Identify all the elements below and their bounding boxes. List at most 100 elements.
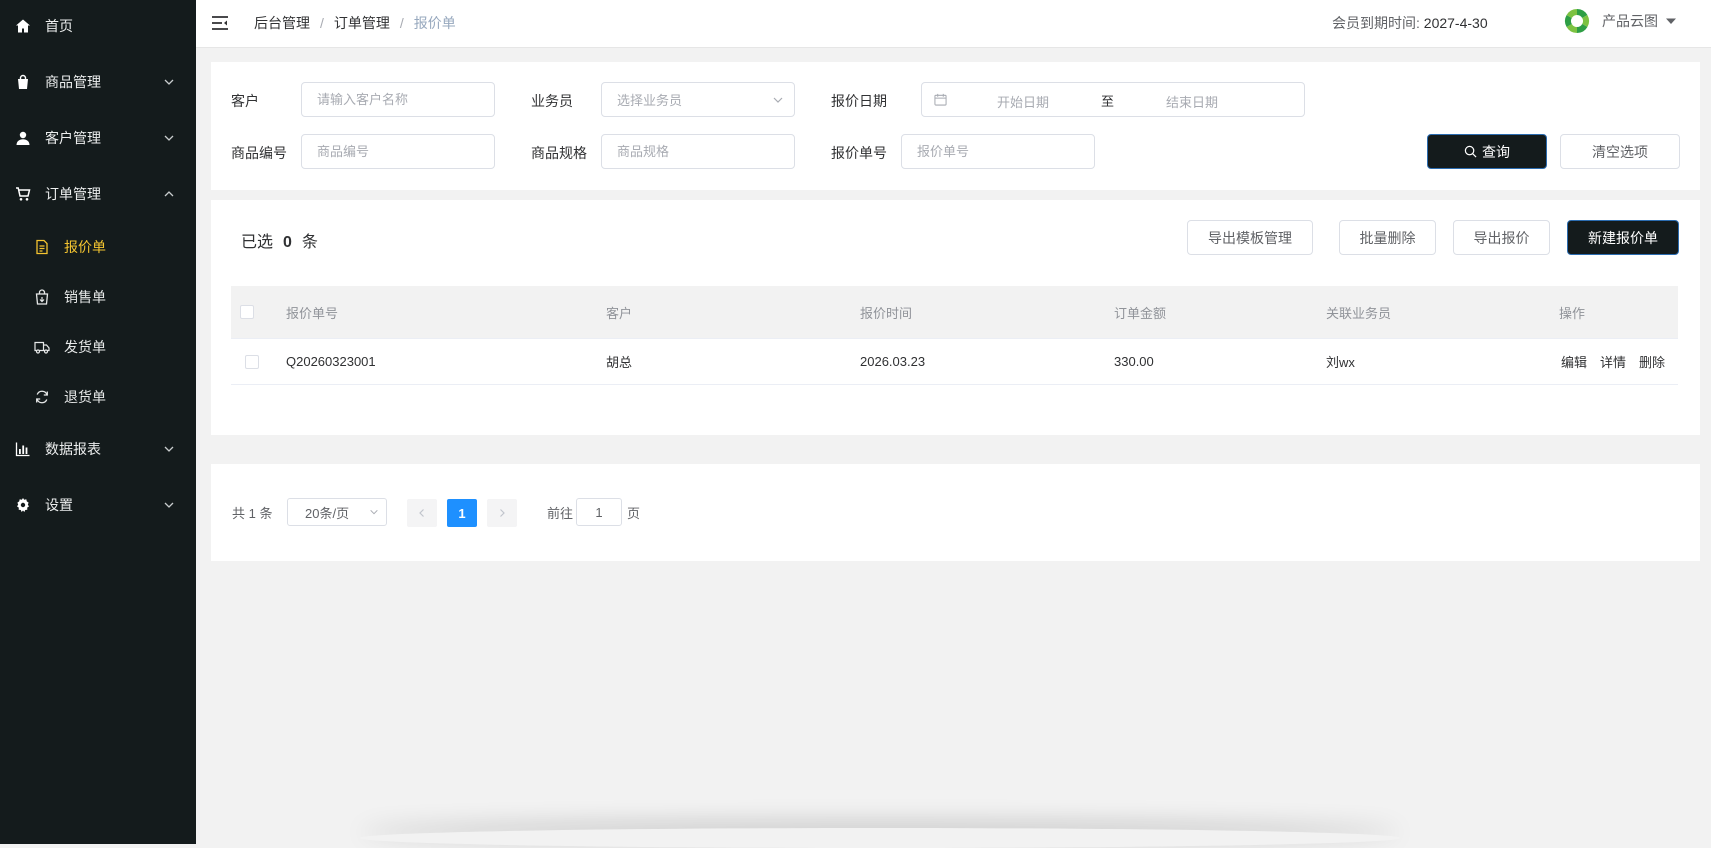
sidebar-item-label: 数据报表 (45, 441, 101, 457)
sales-label: 业务员 (531, 93, 573, 109)
row-checkbox[interactable] (245, 354, 259, 369)
date-start-placeholder[interactable]: 开始日期 (997, 92, 1049, 111)
sidebar-item-customers[interactable]: 客户管理 (0, 123, 196, 153)
bottom-shadow (360, 828, 1400, 848)
chevron-left-icon (419, 509, 424, 517)
actions-cell: 编辑 详情 删除 (1561, 339, 1678, 384)
truck-icon (34, 339, 50, 355)
sidebar-item-label: 设置 (45, 497, 73, 513)
customer-input[interactable] (301, 82, 495, 117)
query-button-label: 查询 (1482, 143, 1510, 160)
customer-cell: 胡总 (606, 355, 633, 370)
amount-cell: 330.00 (1114, 354, 1154, 369)
chevron-down-icon (164, 446, 174, 452)
chevron-down-icon (773, 97, 783, 103)
sidebar-subitem-label: 发货单 (64, 339, 106, 355)
calendar-icon (934, 93, 947, 106)
selected-number: 0 (283, 234, 292, 251)
sidebar-subitem-sales[interactable]: 销售单 (0, 282, 196, 312)
product-code-input[interactable] (301, 134, 495, 169)
breadcrumb-item[interactable]: 后台管理 (254, 13, 310, 33)
sidebar-subitem-shipping[interactable]: 发货单 (0, 332, 196, 362)
column-header[interactable]: 报价单号 (286, 286, 338, 338)
column-header[interactable]: 报价时间 (860, 286, 912, 338)
sidebar-item-label: 首页 (45, 18, 73, 34)
pagination: 共 1 条 20条/页 1 前往 页 (211, 464, 1700, 561)
chevron-up-icon (164, 191, 174, 197)
sidebar-item-label: 客户管理 (45, 130, 101, 146)
clear-options-button[interactable]: 清空选项 (1560, 134, 1680, 169)
chevron-right-icon (500, 509, 505, 517)
home-icon (15, 18, 31, 34)
breadcrumb: 后台管理 / 订单管理 / 报价单 (254, 13, 456, 33)
page-size-select[interactable]: 20条/页 (287, 498, 387, 526)
sidebar-item-reports[interactable]: 数据报表 (0, 434, 196, 464)
next-page-button[interactable] (487, 499, 517, 527)
brand-name: 产品云图 (1602, 13, 1658, 29)
menu-collapse-icon[interactable] (210, 13, 230, 33)
user-icon (15, 130, 31, 146)
sidebar-item-settings[interactable]: 设置 (0, 490, 196, 520)
shopping-bag-icon (15, 74, 31, 90)
column-header[interactable]: 关联业务员 (1326, 286, 1391, 338)
product-spec-label: 商品规格 (531, 145, 587, 161)
goto-suffix: 页 (627, 506, 641, 521)
page-number-button[interactable]: 1 (447, 499, 477, 527)
product-spec-input[interactable] (601, 134, 795, 169)
sidebar-item-orders[interactable]: 订单管理 (0, 179, 196, 209)
column-header[interactable]: 客户 (606, 286, 632, 338)
select-all-checkbox[interactable] (240, 305, 254, 319)
cart-icon (15, 186, 31, 202)
sidebar-item-home[interactable]: 首页 (0, 11, 196, 41)
product-code-label: 商品编号 (231, 145, 287, 161)
edit-link[interactable]: 编辑 (1561, 352, 1587, 371)
new-quote-button[interactable]: 新建报价单 (1567, 220, 1679, 255)
sidebar-subitem-quote[interactable]: 报价单 (0, 232, 196, 262)
sidebar-subitem-label: 销售单 (64, 289, 106, 305)
brand-logo-icon (1564, 8, 1590, 33)
search-icon (1464, 145, 1477, 158)
prev-page-button[interactable] (407, 499, 437, 527)
column-header: 操作 (1559, 305, 1586, 321)
customer-label: 客户 (231, 93, 259, 109)
date-end-placeholder[interactable]: 结束日期 (1166, 92, 1218, 111)
chevron-down-icon (164, 135, 174, 141)
chevron-down-icon (164, 502, 174, 508)
goto-page-input[interactable] (576, 498, 622, 526)
select-all-cell (240, 286, 254, 338)
refresh-icon (34, 389, 50, 405)
export-template-button[interactable]: 导出模板管理 (1187, 220, 1313, 255)
export-quote-button[interactable]: 导出报价 (1453, 220, 1550, 255)
top-header: 后台管理 / 订单管理 / 报价单 会员到期时间: 2027-4-30 产品云图 (196, 0, 1711, 48)
sidebar-subitem-label: 退货单 (64, 389, 106, 405)
row-select-cell (245, 339, 259, 384)
query-button[interactable]: 查询 (1427, 134, 1547, 169)
chevron-down-icon (370, 509, 378, 515)
sidebar-subitem-returns[interactable]: 退货单 (0, 382, 196, 412)
sales-cell: 刘wx (1326, 355, 1355, 370)
quote-number-input[interactable] (901, 134, 1095, 169)
breadcrumb-item[interactable]: 订单管理 (334, 13, 390, 33)
bar-chart-icon (15, 441, 31, 457)
shopping-bag-download-icon (34, 289, 50, 305)
batch-delete-button[interactable]: 批量删除 (1339, 220, 1436, 255)
quote-date-range[interactable]: 开始日期 至 结束日期 (921, 82, 1305, 117)
pagination-total: 共 1 条 (232, 506, 273, 521)
detail-link[interactable]: 详情 (1600, 352, 1626, 371)
sidebar-item-label: 商品管理 (45, 74, 101, 90)
brand-dropdown[interactable]: 产品云图 (1562, 6, 1676, 36)
quote-number-cell: Q20260323001 (286, 354, 376, 369)
breadcrumb-separator: / (320, 15, 324, 31)
date-range-separator: 至 (1101, 94, 1115, 109)
delete-link[interactable]: 删除 (1639, 352, 1665, 371)
sales-select[interactable]: 选择业务员 (601, 82, 795, 117)
caret-down-icon (1666, 18, 1676, 24)
breadcrumb-separator: / (399, 15, 404, 31)
column-header[interactable]: 订单金额 (1114, 286, 1166, 338)
goto-prefix: 前往 (547, 506, 574, 521)
quote-number-label: 报价单号 (831, 145, 887, 161)
quote-date-label: 报价日期 (831, 93, 887, 109)
table-row[interactable]: Q20260323001 胡总 2026.03.23 330.00 刘wx 编辑… (231, 339, 1678, 385)
sidebar-item-products[interactable]: 商品管理 (0, 67, 196, 97)
table-header: 报价单号 客户 报价时间 订单金额 关联业务员 操作 (231, 286, 1678, 339)
